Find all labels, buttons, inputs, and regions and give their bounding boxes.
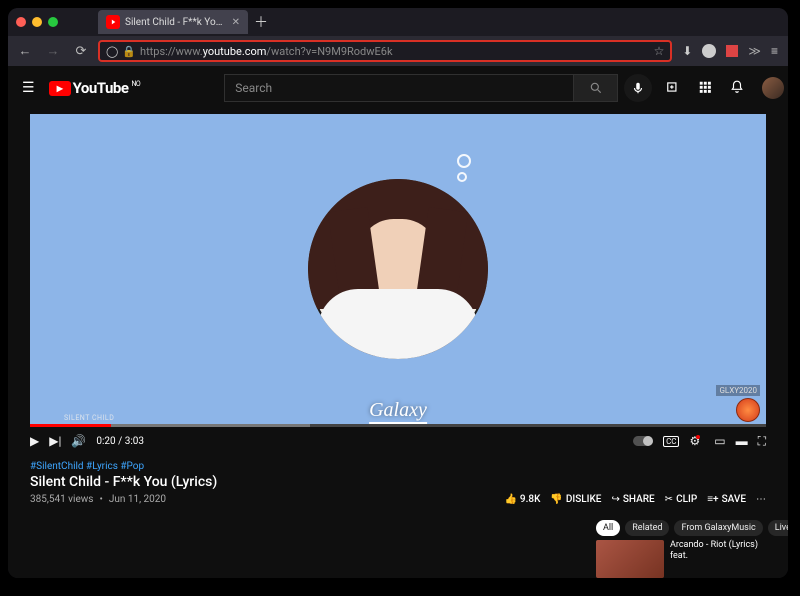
youtube-wordmark: YouTube (73, 79, 129, 97)
create-icon[interactable] (666, 79, 680, 98)
channel-watermark: Galaxy (369, 399, 427, 422)
titlebar: Silent Child - F**k You (Lyrics) - ✕ ＋ (8, 8, 788, 36)
url-toolbar: ← → ⟳ ◯ 🔒 https://www.youtube.com/watch?… (8, 36, 788, 66)
close-tab-icon[interactable]: ✕ (232, 17, 240, 28)
youtube-header: ☰ ▶ YouTube NO Search (8, 66, 788, 110)
apps-icon[interactable] (698, 79, 712, 98)
tab-title: Silent Child - F**k You (Lyrics) - (125, 17, 226, 28)
traffic-lights (16, 17, 58, 27)
fullscreen-icon[interactable]: ⛶ (758, 434, 766, 449)
share-button[interactable]: ↪ SHARE (611, 494, 654, 505)
like-button[interactable]: 👍 9.8K (504, 494, 540, 505)
search-button[interactable] (574, 74, 618, 102)
browser-tab[interactable]: Silent Child - F**k You (Lyrics) - ✕ (98, 10, 248, 34)
youtube-region: NO (131, 80, 140, 88)
progress-channel-label: SILENT CHILD (64, 414, 114, 422)
player-controls: SILENT CHILD ▶ ▶| 🔊 0:20 / 3:03 CC ⚙ ▭ ▬… (30, 424, 766, 455)
hamburger-icon[interactable]: ☰ (22, 80, 35, 96)
bookmark-icon[interactable]: ☆ (654, 44, 665, 58)
address-bar[interactable]: ◯ 🔒 https://www.youtube.com/watch?v=N9M9… (98, 40, 672, 62)
autoplay-toggle[interactable] (633, 436, 653, 446)
extension-icon-2[interactable] (726, 45, 738, 57)
related-sidebar: All Related From GalaxyMusic Live › Arca… (596, 520, 766, 578)
video-artwork (308, 179, 488, 359)
minimize-window-button[interactable] (32, 17, 42, 27)
voice-search-button[interactable] (624, 74, 652, 102)
browser-window: Silent Child - F**k You (Lyrics) - ✕ ＋ ←… (8, 8, 788, 578)
more-button[interactable]: ⋯ (756, 494, 766, 505)
search-placeholder: Search (235, 81, 272, 95)
youtube-page: ☰ ▶ YouTube NO Search (8, 66, 788, 578)
chip-all[interactable]: All (596, 520, 620, 536)
mic-icon (631, 81, 645, 95)
youtube-favicon (106, 15, 120, 29)
video-meta: #SilentChild #Lyrics #Pop Silent Child -… (8, 455, 788, 505)
toolbar-right: ⬇ ≫ ≡ (678, 44, 782, 58)
filter-chips: All Related From GalaxyMusic Live › (596, 520, 766, 536)
progress-bar[interactable]: SILENT CHILD (30, 424, 766, 427)
search-wrap: Search (224, 74, 652, 102)
overflow-icon[interactable]: ≫ (748, 44, 761, 58)
maximize-window-button[interactable] (48, 17, 58, 27)
volume-icon[interactable]: 🔊 (71, 434, 86, 448)
miniplayer-icon[interactable]: ▭ (714, 434, 725, 448)
view-count: 385,541 views (30, 494, 93, 505)
header-right (666, 77, 784, 99)
youtube-play-icon: ▶ (49, 81, 71, 96)
settings-icon[interactable]: ⚙ (689, 434, 704, 448)
video-title: Silent Child - F**k You (Lyrics) (30, 474, 766, 490)
forward-button[interactable]: → (42, 43, 64, 59)
theater-icon[interactable]: ▬ (736, 434, 748, 448)
youtube-logo[interactable]: ▶ YouTube NO (49, 79, 141, 97)
related-title: Arcando - Riot (Lyrics) feat. (670, 540, 766, 578)
save-button[interactable]: ≡+ SAVE (707, 494, 746, 505)
close-window-button[interactable] (16, 17, 26, 27)
extension-icon-1[interactable] (702, 44, 716, 58)
back-button[interactable]: ← (14, 43, 36, 59)
next-button[interactable]: ▶| (49, 434, 61, 448)
reaction-emoji (736, 398, 760, 422)
shield-icon: ◯ (106, 45, 118, 58)
clip-button[interactable]: ✂ CLIP (665, 494, 698, 505)
corner-tag: GLXY2020 (716, 385, 760, 396)
url-text: https://www.youtube.com/watch?v=N9M9Rodw… (140, 45, 654, 58)
play-button[interactable]: ▶ (30, 434, 39, 448)
download-icon[interactable]: ⬇ (682, 44, 692, 58)
search-input[interactable]: Search (224, 74, 574, 102)
lock-icon: 🔒 (122, 45, 136, 58)
user-avatar[interactable] (762, 77, 784, 99)
chip-from-channel[interactable]: From GalaxyMusic (674, 520, 762, 536)
related-video-item[interactable]: Arcando - Riot (Lyrics) feat. (596, 540, 766, 578)
notifications-icon[interactable] (730, 79, 744, 98)
related-thumbnail (596, 540, 664, 578)
upload-date: Jun 11, 2020 (109, 494, 166, 505)
new-tab-button[interactable]: ＋ (254, 12, 268, 32)
video-player[interactable]: Galaxy GLXY2020 (30, 114, 766, 424)
menu-icon[interactable]: ≡ (771, 44, 778, 58)
captions-button[interactable]: CC (663, 436, 679, 447)
reload-button[interactable]: ⟳ (70, 44, 92, 59)
action-bar: 👍 9.8K 👎 DISLIKE ↪ SHARE ✂ CLIP ≡+ SAVE … (504, 494, 766, 505)
chip-live[interactable]: Live (768, 520, 788, 536)
hashtags[interactable]: #SilentChild #Lyrics #Pop (30, 461, 766, 472)
time-display: 0:20 / 3:03 (96, 436, 144, 447)
chip-related[interactable]: Related (625, 520, 669, 536)
search-icon (589, 81, 603, 95)
dislike-button[interactable]: 👎 DISLIKE (550, 494, 601, 505)
